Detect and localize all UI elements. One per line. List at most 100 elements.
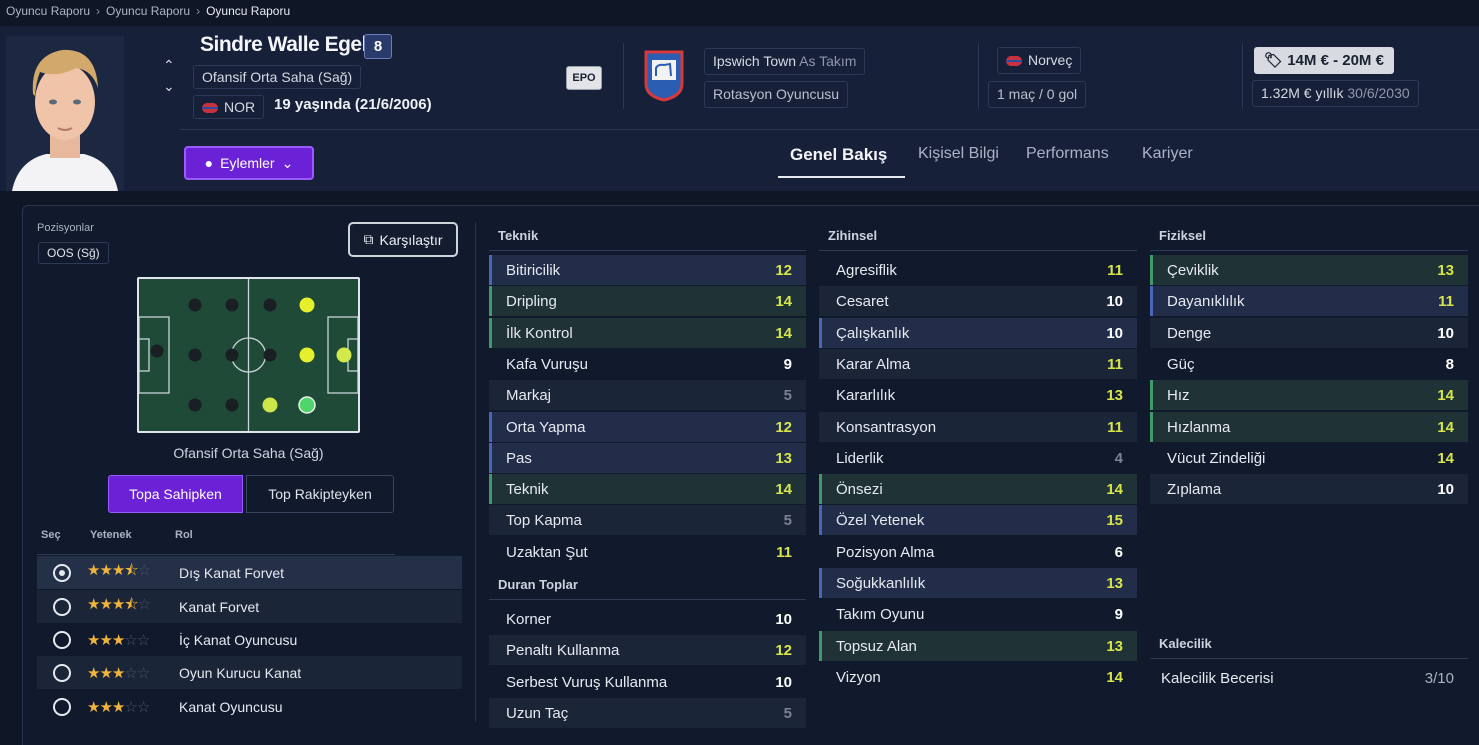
set-pieces-title: Duran Toplar	[498, 577, 578, 592]
radio-button[interactable]	[53, 630, 71, 649]
breadcrumb-item[interactable]: Oyuncu Raporu	[6, 4, 90, 18]
attribute-row: Vücut Zindeliği 14	[1150, 443, 1468, 473]
star-icon: ★	[111, 562, 125, 579]
attribute-row: Çeviklik 13	[1150, 255, 1468, 285]
club-crest-icon[interactable]	[644, 50, 684, 102]
tab-career[interactable]: Kariyer	[1142, 145, 1193, 163]
star-icon: ☆	[124, 631, 137, 649]
goalkeeping-title: Kalecilik	[1159, 636, 1212, 651]
compare-button[interactable]: ⧉ Karşılaştır	[348, 222, 458, 257]
breadcrumb-current: Oyuncu Raporu	[206, 4, 291, 18]
attribute-row: Agresiflik 11	[819, 255, 1137, 285]
squad-role-chip: Rotasyon Oyuncusu	[704, 81, 849, 108]
role-name: Dış Kanat Forvet	[179, 564, 285, 581]
attribute-name: Pas	[506, 449, 532, 467]
mental-title: Zihinsel	[828, 228, 878, 243]
shirt-number-badge: 8	[364, 34, 392, 59]
attribute-value: 11	[1107, 261, 1123, 279]
attribute-value: 13	[1106, 386, 1123, 404]
out-of-possession-toggle[interactable]: Top Rakipteyken	[246, 475, 394, 513]
attribute-row: Vizyon 14	[819, 662, 1137, 692]
attribute-value: 9	[1114, 605, 1123, 623]
radio-button[interactable]	[53, 597, 71, 616]
attribute-value: 14	[775, 324, 792, 342]
attribute-name: Önsezi	[836, 480, 883, 498]
attribute-name: Korner	[506, 610, 552, 628]
compare-icon: ⧉	[363, 231, 374, 247]
attribute-name: Soğukkanlılık	[836, 574, 926, 592]
attribute-value: 14	[1106, 668, 1123, 686]
star-icon: ☆	[124, 664, 137, 682]
star-rating: ★★★⯪☆	[87, 560, 171, 585]
attribute-name: Vizyon	[836, 668, 881, 686]
attribute-row: Orta Yapma 12	[489, 412, 806, 442]
attribute-row: Teknik 14	[489, 474, 806, 504]
attribute-row: Uzaktan Şut 11	[489, 537, 806, 567]
attribute-name: Liderlik	[836, 449, 884, 467]
attribute-row: Hızlanma 14	[1150, 412, 1468, 442]
attribute-row: Hız 14	[1150, 380, 1468, 410]
attribute-row: Pas 13	[489, 443, 806, 473]
chevron-up-icon[interactable]: ⌃	[163, 57, 175, 74]
technical-title: Teknik	[498, 228, 539, 243]
divider	[1242, 43, 1243, 109]
star-icon: ☆	[137, 562, 151, 579]
chevron-down-icon[interactable]: ⌄	[163, 78, 175, 95]
attribute-value: 5	[783, 511, 792, 529]
star-icon: ☆	[124, 698, 137, 716]
role-row[interactable]: ★★★☆☆ Kanat Oyuncusu	[37, 690, 462, 723]
attribute-value: 5	[783, 704, 792, 722]
in-possession-toggle[interactable]: Topa Sahipken	[108, 475, 243, 513]
attribute-name: Takım Oyunu	[836, 605, 925, 623]
nation-chip[interactable]: Norveç	[997, 47, 1082, 74]
international-caps-chip: 1 maç / 0 gol	[988, 81, 1087, 108]
role-row[interactable]: ★★★☆☆ Oyun Kurucu Kanat	[37, 656, 462, 689]
attribute-name: Markaj	[506, 386, 552, 404]
role-row[interactable]: ★★★⯪☆ Kanat Forvet	[37, 590, 462, 623]
breadcrumb-item[interactable]: Oyuncu Raporu	[106, 4, 190, 18]
role-row[interactable]: ★★★⯪☆ Dış Kanat Forvet	[37, 556, 462, 589]
tab-personal-info[interactable]: Kişisel Bilgi	[918, 145, 999, 163]
star-rating: ★★★☆☆	[87, 631, 171, 649]
star-rating: ★★★☆☆	[87, 698, 171, 716]
tab-overview[interactable]: Genel Bakış	[790, 145, 887, 165]
nationality-code: NOR	[224, 99, 256, 115]
star-icon: ★	[87, 562, 100, 579]
attribute-row: Top Kapma 5	[489, 505, 806, 535]
attribute-value: 14	[1437, 386, 1454, 404]
attribute-name: Çalışkanlık	[836, 324, 910, 342]
attribute-row: Önsezi 14	[819, 474, 1137, 504]
tab-performance[interactable]: Performans	[1026, 145, 1109, 163]
norway-flag-icon	[1006, 56, 1022, 66]
attribute-value: 8	[1445, 355, 1454, 373]
star-icon: ★	[111, 698, 125, 716]
attribute-name: Zıplama	[1167, 480, 1222, 498]
attribute-row: Penaltı Kullanma 12	[489, 635, 806, 665]
attribute-name: Hız	[1167, 386, 1190, 404]
attribute-name: Çeviklik	[1167, 261, 1219, 279]
radio-button[interactable]	[53, 663, 71, 682]
actions-label: Eylemler	[220, 155, 275, 171]
player-name: Sindre Walle Egeli	[200, 33, 373, 56]
attribute-name: Uzaktan Şut	[506, 543, 588, 561]
attribute-value: 10	[1437, 324, 1454, 342]
divider	[475, 222, 476, 722]
attribute-value: 11	[1107, 418, 1123, 436]
star-icon: ☆	[136, 698, 150, 716]
actions-button[interactable]: ● Eylemler ⌄	[184, 146, 314, 180]
attribute-name: Güç	[1167, 355, 1195, 373]
attribute-name: Agresiflik	[836, 261, 897, 279]
radio-button[interactable]	[53, 697, 71, 716]
chevron-down-icon: ⌄	[281, 154, 294, 171]
player-header: ⌃ ⌄ Sindre Walle Egeli 8 Ofansif Orta Sa…	[0, 26, 1479, 191]
attribute-row: Karar Alma 11	[819, 349, 1137, 379]
player-age: 19 yaşında (21/6/2006)	[274, 96, 432, 113]
attribute-row: Çalışkanlık 10	[819, 318, 1137, 348]
attribute-name: Bitiricilik	[506, 261, 561, 279]
attribute-name: Konsantrasyon	[836, 418, 937, 436]
star-icon: ★	[111, 631, 125, 649]
club-chip[interactable]: Ipswich Town As Takım	[704, 48, 866, 75]
radio-button[interactable]	[53, 563, 71, 582]
role-row[interactable]: ★★★☆☆ İç Kanat Oyuncusu	[37, 623, 462, 656]
attribute-value: 12	[775, 261, 792, 279]
